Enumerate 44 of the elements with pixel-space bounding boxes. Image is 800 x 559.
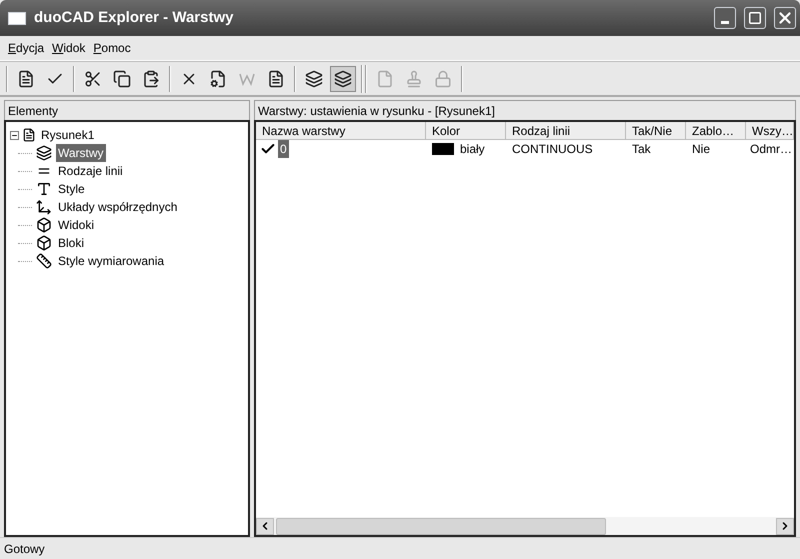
layer-name[interactable]: 0 bbox=[278, 140, 289, 158]
tree-item[interactable]: Rysunek1 bbox=[39, 126, 96, 144]
tree-item[interactable]: Style wymiarowania bbox=[56, 252, 166, 270]
drawing-icon bbox=[22, 128, 36, 142]
tree-item[interactable]: Rodzaje linii bbox=[56, 162, 125, 180]
cube-icon bbox=[36, 217, 52, 233]
table-cell-text: Nie bbox=[691, 141, 712, 158]
column-header[interactable]: Kolor bbox=[426, 122, 506, 139]
column-header[interactable]: Tak/Nie bbox=[626, 122, 686, 139]
collapse-toggle[interactable] bbox=[10, 130, 19, 140]
block-icon bbox=[36, 235, 52, 251]
app-icon bbox=[8, 12, 26, 24]
window-title: duoCAD Explorer - Warstwy bbox=[34, 8, 234, 28]
column-header[interactable]: Wszy… bbox=[746, 122, 794, 139]
maximize-icon bbox=[748, 11, 762, 25]
scroll-left-button[interactable] bbox=[256, 518, 274, 534]
menu-item[interactable]: Pomoc bbox=[89, 39, 135, 57]
table-cell-text: CONTINUOUS bbox=[511, 141, 594, 158]
table-cell-text: Tak bbox=[631, 141, 652, 158]
close-button[interactable] bbox=[774, 7, 796, 29]
minimize-button[interactable] bbox=[714, 7, 736, 29]
scroll-right-button[interactable] bbox=[776, 518, 794, 534]
menu-item[interactable]: Widok bbox=[48, 39, 90, 57]
column-header[interactable]: Nazwa warstwy bbox=[256, 122, 426, 139]
axes-icon bbox=[36, 199, 52, 215]
tree-item[interactable]: Układy współrzędnych bbox=[56, 198, 180, 216]
scroll-thumb[interactable] bbox=[276, 518, 606, 534]
tree-item[interactable]: Warstwy bbox=[56, 144, 106, 162]
menu-item[interactable]: Edycja bbox=[4, 39, 48, 57]
layers-icon bbox=[36, 145, 52, 161]
panel-header: Elementy bbox=[4, 100, 250, 120]
status-text: Gotowy bbox=[4, 540, 45, 558]
column-header[interactable]: Rodzaj linii bbox=[506, 122, 626, 139]
horizontal-scrollbar[interactable] bbox=[256, 517, 794, 535]
maximize-button[interactable] bbox=[744, 7, 766, 29]
table-cell-text: Odmr… bbox=[749, 141, 793, 158]
tree-item[interactable]: Bloki bbox=[56, 234, 86, 252]
tree-item[interactable]: Style bbox=[56, 180, 87, 198]
column-header[interactable]: Zablo… bbox=[686, 122, 746, 139]
toolbar-button[interactable] bbox=[330, 66, 356, 92]
ruler-icon bbox=[36, 253, 52, 269]
tree-item[interactable]: Widoki bbox=[56, 216, 96, 234]
font-icon bbox=[36, 181, 52, 197]
table-cell-text: biały bbox=[460, 141, 485, 158]
